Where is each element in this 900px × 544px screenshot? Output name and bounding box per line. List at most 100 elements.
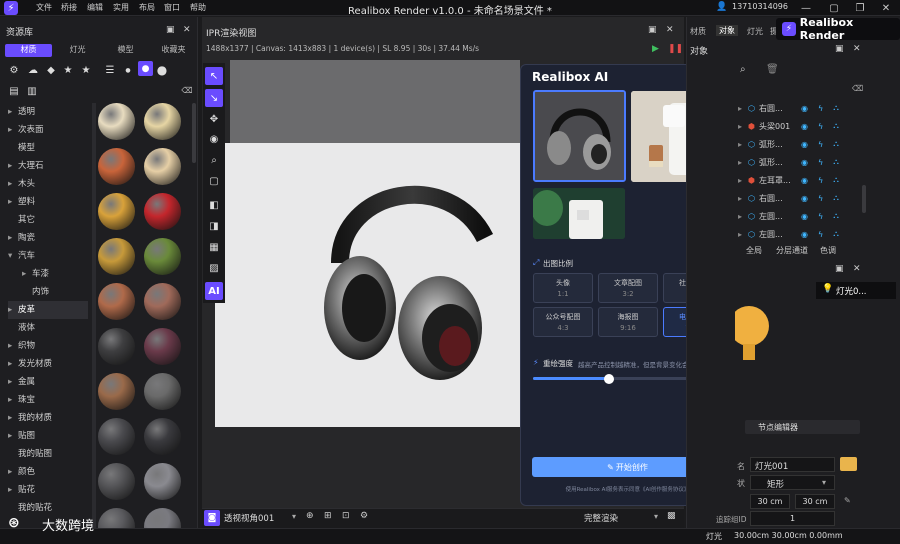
tree-item[interactable]: ▸ 次表面 — [8, 121, 88, 139]
shape-dropdown-icon[interactable]: ▾ — [822, 478, 826, 487]
visibility-icon[interactable]: ◉ — [801, 122, 808, 131]
camera-lock-icon[interactable]: ⊞ — [324, 511, 332, 521]
material-swatch[interactable] — [98, 103, 135, 140]
object-row[interactable]: ▸ ⬡ 右圆... ◉ ϟ ⛬ — [738, 99, 862, 117]
maximize-icon[interactable]: ▢ — [826, 1, 842, 15]
tree-item[interactable]: 我的贴图 — [8, 445, 88, 463]
camera-select[interactable]: 透视视角001 — [224, 512, 274, 524]
object-delete-icon[interactable]: 🗑 — [766, 64, 779, 75]
render-mode-select[interactable]: 完整渲染 — [584, 512, 618, 524]
large-dot-icon[interactable]: ● — [156, 63, 168, 77]
flash-icon[interactable]: ϟ — [818, 176, 823, 185]
camera-dropdown-icon[interactable]: ▾ — [292, 512, 296, 521]
ratio-option[interactable]: 头像 1:1 — [533, 273, 593, 303]
object-row[interactable]: ▸ ⬡ 弧形... ◉ ϟ ⛬ — [738, 135, 862, 153]
expand-icon[interactable]: ▸ — [738, 158, 748, 167]
frame-tool-icon[interactable]: ▢ — [205, 172, 223, 190]
lock-icon[interactable]: ⛬ — [833, 121, 839, 131]
settings-icon[interactable]: ⚙ — [8, 64, 20, 76]
menu-window[interactable]: 窗口 — [164, 2, 180, 13]
play-icon[interactable]: ▶ — [652, 44, 659, 54]
tree-item[interactable]: ▸ 贴花 — [8, 481, 88, 499]
layer-tool-icon[interactable]: ▦ — [205, 238, 223, 256]
material-swatch[interactable] — [98, 238, 135, 275]
tree-toggle-icon[interactable]: ▸ — [8, 103, 18, 121]
grid-scrollbar[interactable] — [192, 103, 196, 163]
tree-toggle-icon[interactable]: ▸ — [8, 175, 18, 193]
small-dot-icon[interactable]: ● — [122, 64, 134, 76]
medium-dot-icon[interactable]: ● — [138, 61, 153, 76]
camera-settings-icon[interactable]: ⚙ — [360, 511, 368, 521]
material-swatch[interactable] — [98, 193, 135, 230]
subtab-tone[interactable]: 色调 — [820, 245, 836, 256]
ratio-option[interactable]: 文章配图 3:2 — [598, 273, 658, 303]
ai-sample-headphones[interactable] — [533, 90, 626, 182]
object-clear-icon[interactable]: ⌫ — [852, 84, 863, 93]
strength-slider-thumb[interactable] — [604, 374, 614, 384]
flash-icon[interactable]: ϟ — [818, 158, 823, 167]
ratio-option[interactable]: 公众号配图 4:3 — [533, 307, 593, 337]
material-swatch[interactable] — [98, 373, 135, 410]
region-tool-icon[interactable]: ◧ — [205, 196, 223, 214]
tree-item[interactable]: 液体 — [8, 319, 88, 337]
panel-float-icon[interactable]: ▣ — [166, 25, 175, 35]
menu-bridge[interactable]: 桥接 — [61, 2, 77, 13]
object-row[interactable]: ▸ ⬡ 左圆... ◉ ϟ ⛬ — [738, 225, 862, 243]
restore-icon[interactable]: ❐ — [852, 1, 868, 15]
material-swatch[interactable] — [144, 508, 181, 528]
tree-toggle-icon[interactable]: ▸ — [8, 121, 18, 139]
tree-toggle-icon[interactable]: ▸ — [8, 427, 18, 445]
tree-toggle-icon[interactable]: ▸ — [8, 157, 18, 175]
tree-toggle-icon[interactable]: ▸ — [8, 193, 18, 211]
camera-add-icon[interactable]: ⊕ — [306, 511, 314, 521]
tree-item[interactable]: 其它 — [8, 211, 88, 229]
light-color-swatch[interactable] — [840, 457, 857, 471]
expand-icon[interactable]: ▸ — [738, 176, 748, 185]
object-panel-close-icon[interactable]: ✕ — [853, 44, 861, 54]
tree-item[interactable]: 内饰 — [8, 283, 88, 301]
pick-tool-icon[interactable]: ↘ — [205, 89, 223, 107]
tree-item[interactable]: ▸ 珠宝 — [8, 391, 88, 409]
expand-icon[interactable]: ▸ — [738, 194, 748, 203]
tree-item[interactable]: ▸ 皮革 — [8, 301, 88, 319]
material-swatch[interactable] — [98, 418, 135, 455]
user-account[interactable]: 13710314096 — [732, 2, 788, 11]
material-swatch[interactable] — [98, 508, 135, 528]
move-tool-icon[interactable]: ✥ — [205, 110, 223, 128]
lock-icon[interactable]: ⛬ — [833, 175, 839, 185]
material-swatch[interactable] — [98, 328, 135, 365]
tree-item[interactable]: ▸ 颜色 — [8, 463, 88, 481]
subtab-global[interactable]: 全局 — [746, 245, 762, 256]
panel-close-icon[interactable]: ✕ — [183, 25, 191, 35]
tree-item[interactable]: ▸ 发光材质 — [8, 355, 88, 373]
flash-icon[interactable]: ϟ — [818, 194, 823, 203]
lock-icon[interactable]: ⛬ — [833, 139, 839, 149]
user-icon[interactable]: 👤 — [716, 2, 727, 12]
folder-icon[interactable]: ▤ — [8, 85, 20, 97]
select-tool-icon[interactable]: ↖ — [205, 67, 223, 85]
menu-file[interactable]: 文件 — [36, 2, 52, 13]
tree-item[interactable]: ▸ 塑料 — [8, 193, 88, 211]
tab-model[interactable]: 模型 — [103, 44, 148, 57]
tree-item[interactable]: ▸ 大理石 — [8, 157, 88, 175]
viewport-float-icon[interactable]: ▣ — [648, 25, 657, 35]
tree-toggle-icon[interactable]: ▸ — [22, 265, 32, 283]
trace-id-field[interactable]: 1 — [750, 511, 835, 526]
right-tab-object[interactable]: 对象 — [716, 25, 738, 36]
tree-item[interactable]: ▸ 织物 — [8, 337, 88, 355]
visibility-icon[interactable]: ◉ — [801, 194, 808, 203]
star-icon[interactable]: ★ — [62, 64, 74, 76]
lock-icon[interactable]: ⛬ — [833, 211, 839, 221]
tab-light[interactable]: 灯光 — [55, 44, 100, 57]
cloud-icon[interactable]: ☁ — [27, 64, 39, 76]
tree-toggle-icon[interactable]: ▸ — [8, 337, 18, 355]
visibility-icon[interactable]: ◉ — [801, 176, 808, 185]
material-swatch[interactable] — [144, 103, 181, 140]
lock-icon[interactable]: ⛬ — [833, 103, 839, 113]
visibility-icon[interactable]: ◉ — [801, 104, 808, 113]
shape-icon[interactable]: ◆ — [45, 64, 57, 76]
visibility-icon[interactable]: ◉ — [801, 212, 808, 221]
light-item[interactable]: 灯光0... — [836, 285, 867, 297]
tree-item[interactable]: ▸ 木头 — [8, 175, 88, 193]
material-swatch[interactable] — [98, 148, 135, 185]
